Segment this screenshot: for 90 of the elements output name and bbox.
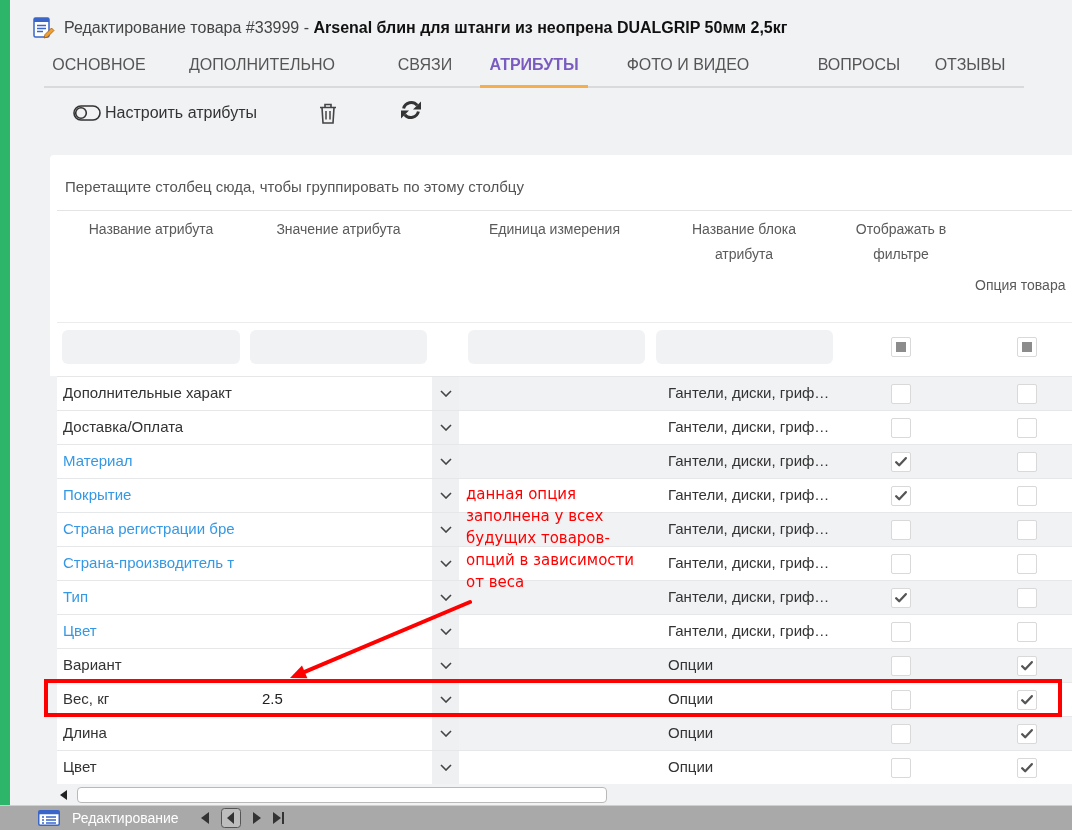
column-header[interactable]: Значение атрибута xyxy=(276,221,401,237)
chevron-down-icon[interactable] xyxy=(440,764,452,771)
chevron-down-icon[interactable] xyxy=(440,492,452,499)
block-name: Гантели, диски, гриф… xyxy=(668,417,830,438)
chevron-down-icon[interactable] xyxy=(440,628,452,635)
attribute-name: Цвет xyxy=(63,757,97,778)
checkmark-icon xyxy=(1021,660,1033,671)
block-name: Опции xyxy=(668,689,714,710)
refresh-icon[interactable] xyxy=(400,99,422,121)
attribute-name: Вариант xyxy=(63,655,122,676)
block-name: Гантели, диски, гриф… xyxy=(668,621,830,642)
checkbox[interactable] xyxy=(891,621,911,642)
checkbox[interactable] xyxy=(1017,553,1037,574)
chevron-down-icon[interactable] xyxy=(440,526,452,533)
block-name: Гантели, диски, гриф… xyxy=(668,383,830,404)
tab[interactable]: ВОПРОСЫ xyxy=(788,44,930,88)
attribute-name: Дополнительные характ xyxy=(63,383,232,404)
filter-checkbox[interactable] xyxy=(891,337,911,357)
checkbox[interactable] xyxy=(891,519,911,540)
group-hint: Перетащите столбец сюда, чтобы группировать по этому столбцу xyxy=(65,176,524,197)
tab[interactable]: ДОПОЛНИТЕЛЬНО xyxy=(154,44,370,88)
checkbox[interactable] xyxy=(891,383,911,404)
annotation-overlay: данная опция заполнена у всех будущих товаров-опций в зависимости от веса xyxy=(466,484,636,593)
toggle-icon xyxy=(73,105,101,121)
block-name: Опции xyxy=(668,757,714,778)
tab[interactable]: ОТЗЫВЫ xyxy=(930,44,1010,88)
skip-end-icon[interactable] xyxy=(272,812,284,824)
block-name: Гантели, диски, гриф… xyxy=(668,451,830,472)
configure-attributes-button[interactable]: Настроить атрибуты xyxy=(73,101,257,125)
tab[interactable]: АТРИБУТЫ xyxy=(480,44,588,88)
column-header[interactable]: Название блока атрибута xyxy=(679,217,809,267)
block-name: Гантели, диски, гриф… xyxy=(668,519,830,540)
checkbox[interactable] xyxy=(1017,417,1037,438)
chevron-down-icon[interactable] xyxy=(440,696,452,703)
checkbox[interactable] xyxy=(1017,757,1037,778)
checkbox[interactable] xyxy=(1017,621,1037,642)
block-name: Гантели, диски, гриф… xyxy=(668,553,830,574)
checkbox[interactable] xyxy=(1017,689,1037,710)
block-name: Гантели, диски, гриф… xyxy=(668,587,830,608)
checkbox[interactable] xyxy=(891,757,911,778)
document-edit-icon xyxy=(33,17,55,39)
attribute-name: Длина xyxy=(63,723,107,744)
tab[interactable]: ОСНОВНОЕ xyxy=(44,44,154,88)
column-header[interactable]: Опция товара xyxy=(975,277,1066,293)
window-title: Редактирование товара #33999 - Arsenal блин для штанги из неопрена DUALGRIP 50мм 2,5кг xyxy=(64,18,788,38)
chevron-down-icon[interactable] xyxy=(440,424,452,431)
checkbox[interactable] xyxy=(1017,485,1037,506)
column-header[interactable]: Единица измерения xyxy=(489,221,620,237)
checkmark-icon xyxy=(1021,762,1033,773)
tab[interactable]: СВЯЗИ xyxy=(370,44,480,88)
scroll-left-icon[interactable] xyxy=(60,789,67,800)
checkmark-icon xyxy=(895,456,907,467)
column-header[interactable]: Отображать в фильтре xyxy=(846,217,956,267)
chevron-down-icon[interactable] xyxy=(440,594,452,601)
checkbox[interactable] xyxy=(891,417,911,438)
checkbox[interactable] xyxy=(1017,655,1037,676)
list-icon[interactable] xyxy=(38,810,60,826)
checkbox[interactable] xyxy=(1017,383,1037,404)
checkbox[interactable] xyxy=(1017,519,1037,540)
tab[interactable]: ФОТО И ВИДЕО xyxy=(588,44,788,88)
checkbox[interactable] xyxy=(1017,587,1037,608)
chevron-down-icon[interactable] xyxy=(440,560,452,567)
left-arrow-icon[interactable] xyxy=(200,812,209,824)
checkbox[interactable] xyxy=(891,723,911,744)
block-name: Гантели, диски, гриф… xyxy=(668,485,830,506)
checkmark-icon xyxy=(895,490,907,501)
chevron-down-icon[interactable] xyxy=(440,662,452,669)
checkmark-icon xyxy=(1021,728,1033,739)
trash-icon[interactable] xyxy=(319,102,337,124)
checkbox[interactable] xyxy=(891,485,911,506)
chevron-down-icon[interactable] xyxy=(440,390,452,397)
checkbox[interactable] xyxy=(891,553,911,574)
filter-checkbox[interactable] xyxy=(1017,337,1037,357)
checkbox[interactable] xyxy=(891,451,911,472)
checkbox[interactable] xyxy=(891,655,911,676)
checkmark-icon xyxy=(1021,694,1033,705)
right-arrow-icon[interactable] xyxy=(252,812,261,824)
checkbox[interactable] xyxy=(1017,723,1037,744)
column-header[interactable]: Название атрибута xyxy=(88,221,214,237)
chevron-down-icon[interactable] xyxy=(440,458,452,465)
scrollbar-thumb[interactable] xyxy=(77,786,607,803)
block-name: Опции xyxy=(668,655,714,676)
checkbox[interactable] xyxy=(1017,451,1037,472)
attribute-name: Доставка/Оплата xyxy=(63,417,184,438)
block-name: Опции xyxy=(668,723,714,744)
checkbox[interactable] xyxy=(891,587,911,608)
attribute-name: Вес, кг xyxy=(63,689,110,710)
checkbox[interactable] xyxy=(891,689,911,710)
checkmark-icon xyxy=(895,592,907,603)
chevron-down-icon[interactable] xyxy=(440,730,452,737)
